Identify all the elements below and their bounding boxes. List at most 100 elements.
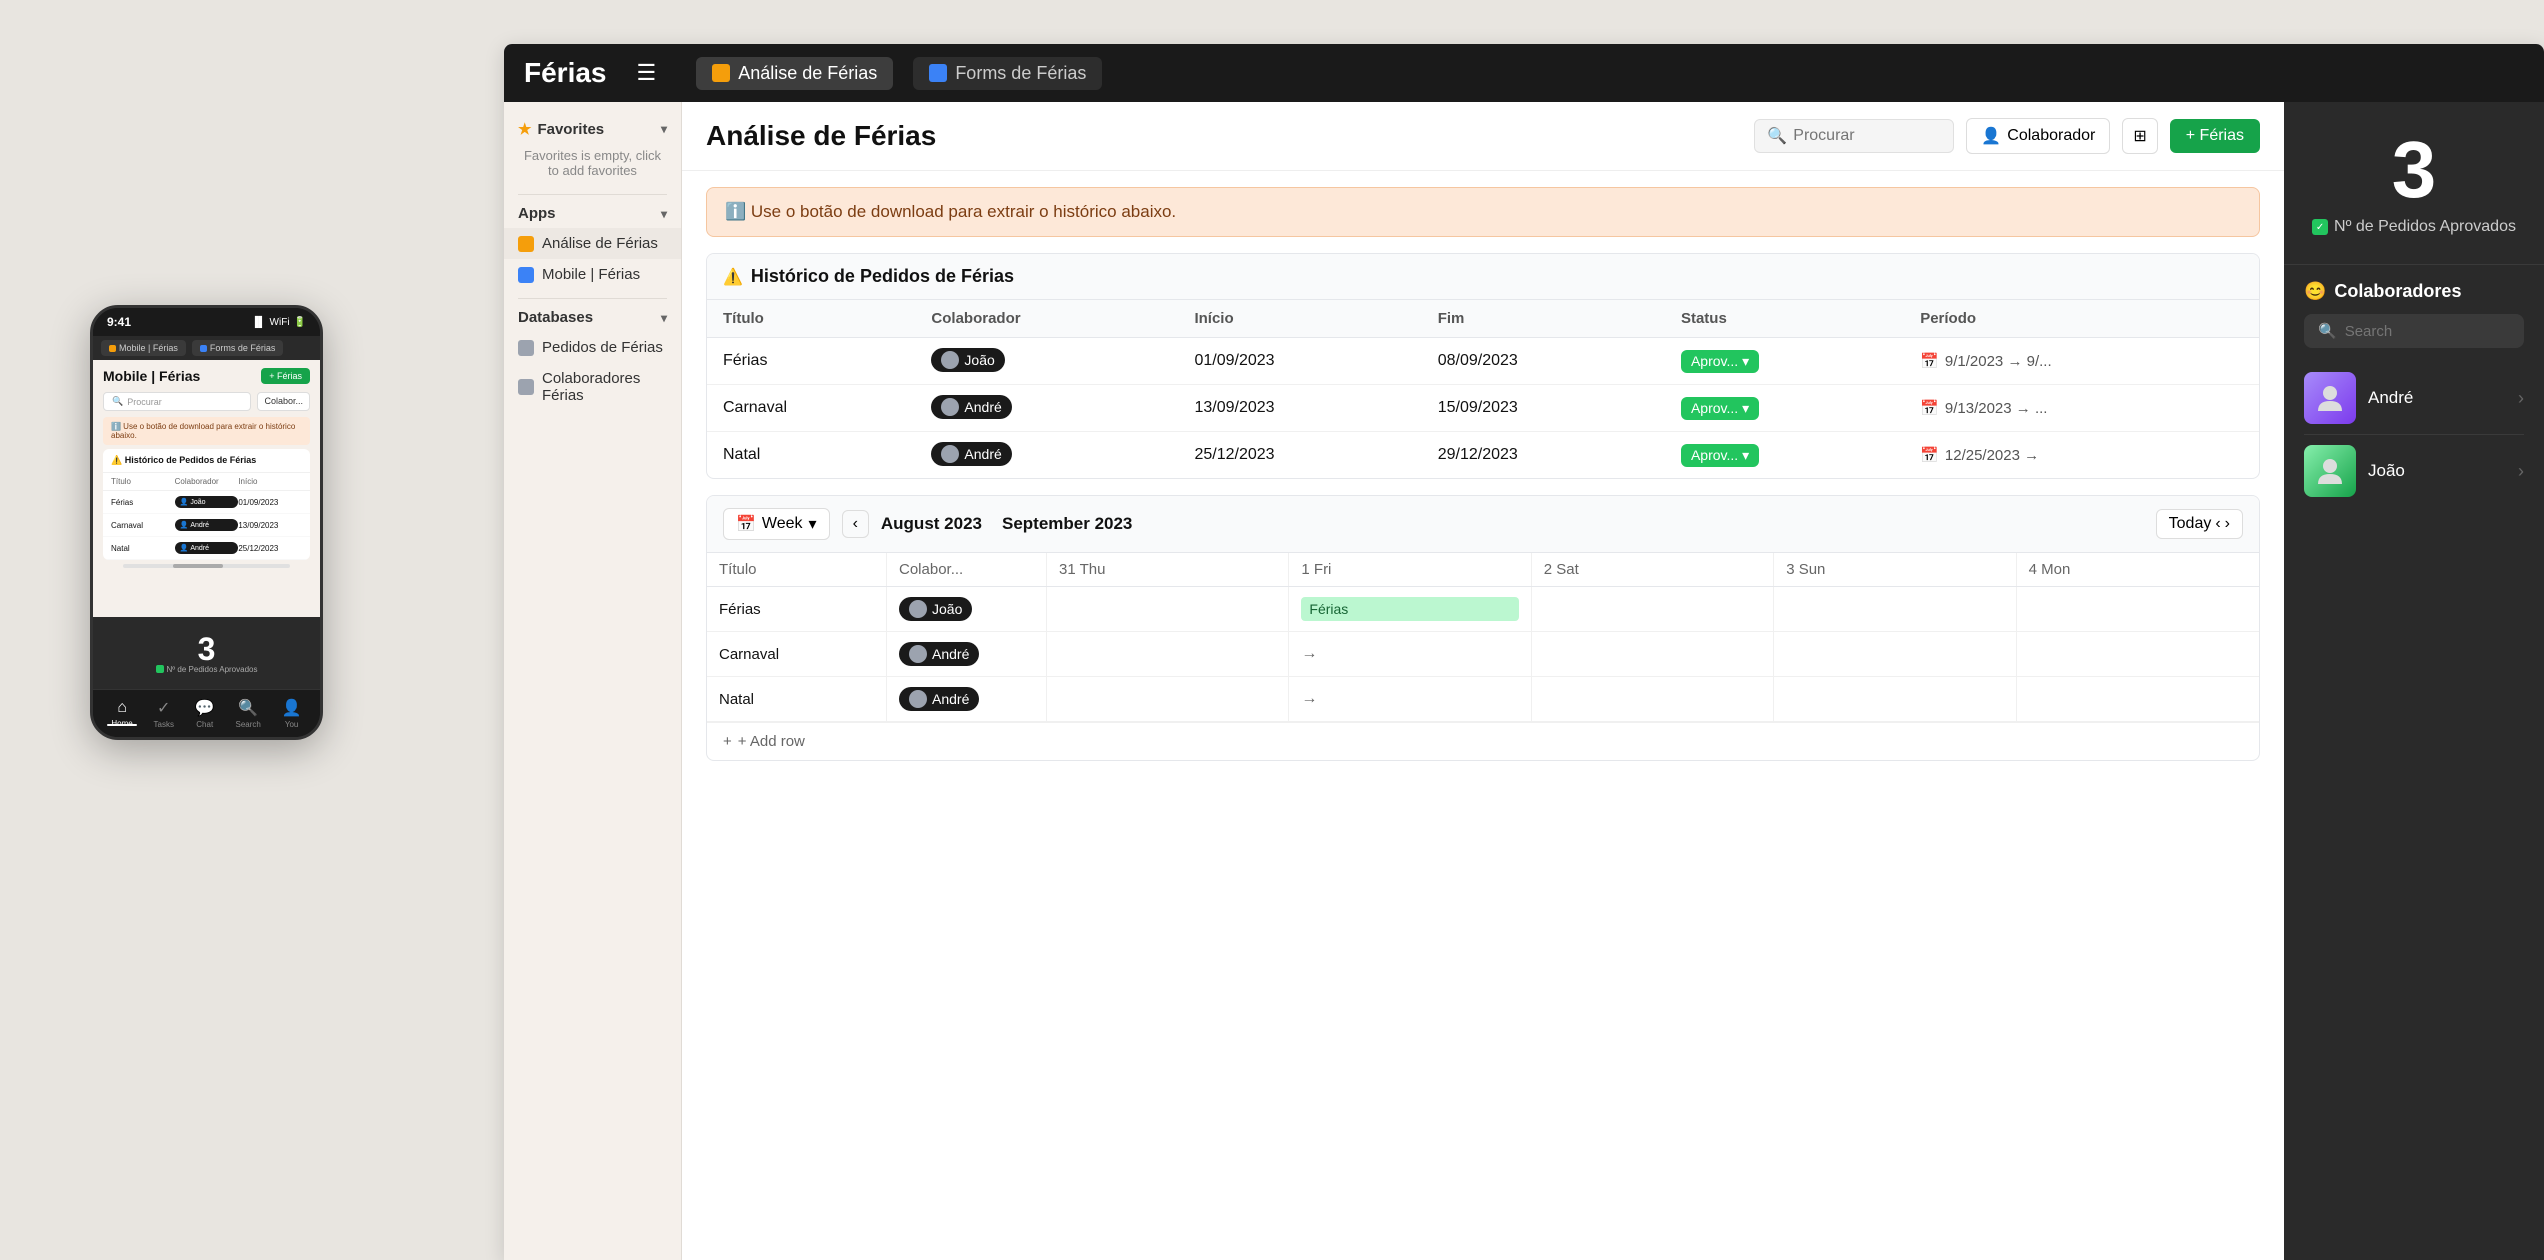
mobile-tab-2[interactable]: Forms de Férias [192,340,284,356]
cal-row2-arrow-button[interactable]: → [1301,645,1317,663]
tab-analise-ferias[interactable]: Análise de Férias [696,57,893,90]
cal-avatar-joao [909,600,927,618]
cal-row1-fri: Férias [1289,587,1531,631]
avatar-andre-large [2304,372,2356,424]
colaborador-item-andre[interactable]: André › [2304,362,2524,435]
week-selector[interactable]: 📅 Week ▾ [723,508,830,540]
mobile-nav-tasks[interactable]: ✓ Tasks [154,698,174,729]
calendar-icon: 📅 [1920,352,1939,370]
col-fim: Fim [1422,300,1665,338]
col-status: Status [1665,300,1904,338]
colaborador-button[interactable]: 👤 Colaborador [1966,118,2110,154]
row1-colaborador: João [915,338,1178,385]
cal-badge-andre-1: André [899,642,979,666]
mobile-ferias-icon [518,267,534,283]
page-header: Análise de Férias 🔍 👤 Colaborador ⊞ + Fé… [682,102,2284,171]
mobile-tab-1[interactable]: Mobile | Férias [101,340,186,356]
sidebar-item-pedidos[interactable]: Pedidos de Férias [504,332,681,363]
cal-row1-sat [1532,587,1774,631]
mobile-colaborador-button[interactable]: Colabor... [257,392,310,411]
cal-row3-fri: → [1289,677,1531,721]
today-next-icon: › [2225,515,2230,533]
avatar-joao-large [2304,445,2356,497]
row3-inicio: 25/12/2023 [1178,432,1421,479]
mobile-time: 9:41 [107,315,131,329]
cal-header-titulo: Título [707,553,887,586]
colaboradores-search-bar[interactable]: 🔍 [2304,314,2524,348]
table-section-title: Histórico de Pedidos de Férias [751,266,1014,287]
plus-icon: + [723,733,732,750]
mobile-nav-chat[interactable]: 💬 Chat [195,698,215,729]
calendar-prev-button[interactable]: ‹ [842,510,869,538]
search-bar[interactable]: 🔍 [1754,119,1954,153]
sidebar-favorites-header[interactable]: ★Favorites ▾ [504,114,681,144]
cal-header-sun: 3 Sun [1774,553,2016,586]
sidebar-item-colaboradores-ferias[interactable]: Colaboradores Férias [504,363,681,411]
status-badge-1[interactable]: Aprov... ▾ [1681,350,1759,373]
cal-row1-colaborador: João [887,587,1047,631]
sidebar-apps-header[interactable]: Apps ▾ [504,199,681,228]
add-row-button[interactable]: + + Add row [707,722,2259,760]
col-titulo: Título [707,300,915,338]
periodo-cell-2: 📅 9/13/2023 → ... [1920,399,2243,417]
calendar-icon-2: 📅 [1920,399,1939,417]
cal-row1-mon [2017,587,2259,631]
sidebar-item-mobile-ferias[interactable]: Mobile | Férias [504,259,681,290]
cal-row3-arrow-button[interactable]: → [1301,690,1317,708]
warning-icon: ⚠️ [723,267,743,287]
tab-forms-icon [929,64,947,82]
colaboradores-emoji: 😊 [2304,281,2326,302]
ferias-button[interactable]: + Férias [2170,119,2260,153]
mobile-nav-you[interactable]: 👤 You [282,698,302,729]
calendar-row-1: Férias João Férias [707,587,2259,632]
cal-header-colabor: Colabor... [887,553,1047,586]
colaboradores-search-input[interactable] [2345,323,2544,340]
menu-icon[interactable]: ☰ [637,60,657,86]
colaborador-andre-arrow-icon: › [2518,388,2524,409]
row2-fim: 15/09/2023 [1422,385,1665,432]
colaboradores-icon [518,379,534,395]
table-header-row: Título Colaborador Início Fim Status Per… [707,300,2259,338]
mobile-search-box[interactable]: 🔍 Procurar [103,392,251,411]
mobile-page-title: Mobile | Férias [103,368,200,384]
favorites-chevron-icon: ▾ [661,122,667,136]
calendar-header: 📅 Week ▾ ‹ August 2023 September 2023 To… [707,496,2259,553]
calendar-col-headers: Título Colabor... 31 Thu 1 Fri [707,553,2259,587]
tab-forms-ferias[interactable]: Forms de Férias [913,57,1102,90]
cal-row1-sun [1774,587,2016,631]
cal-row2-titulo: Carnaval [707,632,887,676]
colaborador-item-joao[interactable]: João › [2304,435,2524,507]
cal-row2-sat [1532,632,1774,676]
sidebar-databases-header[interactable]: Databases ▾ [504,303,681,332]
mobile-page-header: Mobile | Férias + Férias [93,360,320,392]
dropdown-icon: ▾ [1742,353,1749,370]
cal-header-thu: 31 Thu [1047,553,1289,586]
mobile-scrollbar[interactable] [123,564,290,568]
mobile-nav-search[interactable]: 🔍 Search [236,698,261,729]
mobile-table-row: Carnaval 👤 André 13/09/2023 [103,514,310,537]
layout-button[interactable]: ⊞ [2122,118,2157,154]
mobile-tab-2-icon [200,345,207,352]
stats-checkbox-icon: ✓ [2312,219,2328,235]
mobile-signal-icons: ▐▌WiFi🔋 [251,317,306,328]
month-labels: August 2023 September 2023 [881,514,2144,534]
sidebar-item-analise-ferias[interactable]: Análise de Férias [504,228,681,259]
colaboradores-title: 😊 Colaboradores [2304,281,2524,302]
status-badge-2[interactable]: Aprov... ▾ [1681,397,1759,420]
mobile-alert: ℹ️ Use o botão de download para extrair … [103,417,310,445]
status-badge-3[interactable]: Aprov... ▾ [1681,444,1759,467]
table-row: Natal André 25/12/2023 29/12/2023 [707,432,2259,479]
cal-header-sat: 2 Sat [1532,553,1774,586]
main-panel: Análise de Férias 🔍 👤 Colaborador ⊞ + Fé… [682,102,2284,1260]
left-background: 9:41 ▐▌WiFi🔋 Mobile | Férias Forms de Fé… [0,0,504,1260]
today-button[interactable]: Today ‹ › [2156,509,2243,539]
mobile-nav-home[interactable]: ⌂ Home [111,699,132,728]
sidebar: ★Favorites ▾ Favorites is empty, click t… [504,102,682,1260]
person-icon: 👤 [1981,126,2001,146]
sidebar-favorites-section: ★Favorites ▾ Favorites is empty, click t… [504,114,681,186]
colaborador-joao-arrow-icon: › [2518,461,2524,482]
search-input[interactable] [1793,127,1941,145]
row2-inicio: 13/09/2023 [1178,385,1421,432]
sidebar-divider-2 [518,298,667,299]
mobile-ferias-button[interactable]: + Férias [261,368,310,384]
